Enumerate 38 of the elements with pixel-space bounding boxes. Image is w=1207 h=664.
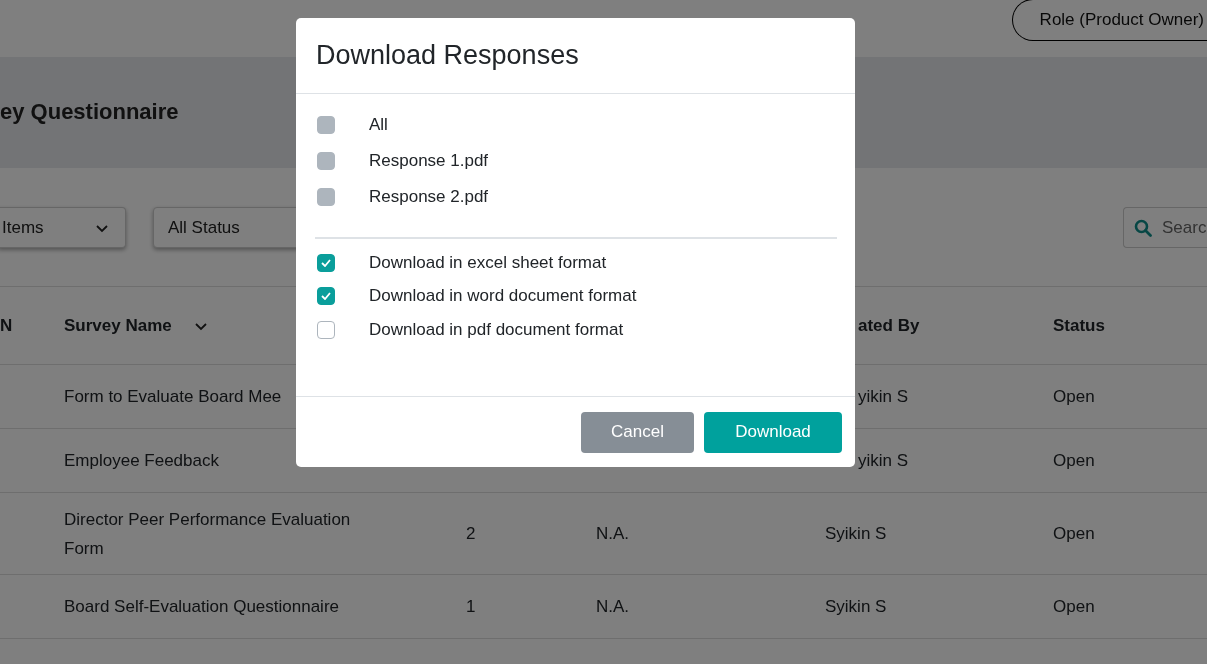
dialog-title: Download Responses xyxy=(316,40,579,71)
checkbox[interactable] xyxy=(317,320,335,339)
table-cell: Open xyxy=(1053,386,1095,407)
role-button[interactable]: Role (Product Owner) xyxy=(1011,0,1207,41)
column-header: ated By xyxy=(857,315,920,336)
checkbox-label: All xyxy=(369,115,388,135)
table-cell-text: Employee Feedback xyxy=(64,450,219,472)
checkbox-label: Response 2.pdf xyxy=(369,187,489,207)
table-cell: Open xyxy=(1053,596,1095,617)
column-header: N xyxy=(0,315,13,336)
table-cell: Syikin S xyxy=(825,596,887,617)
checkbox-label: Download in pdf document format xyxy=(369,319,624,340)
checkbox-label: Download in word document format xyxy=(369,286,637,307)
check-icon xyxy=(321,292,331,301)
table-cell-text: yikin S xyxy=(857,386,909,407)
table-cell-text: Director Peer Performance Evaluation Form xyxy=(64,508,352,560)
download-button[interactable]: Download xyxy=(704,411,842,453)
table-cell: 1 xyxy=(466,596,476,617)
table-cell-text: Form to Evaluate Board Mee xyxy=(64,386,282,408)
table-cell-text: yikin S xyxy=(857,450,909,471)
table-cell: Syikin S xyxy=(825,523,887,544)
checkbox-label: Download in excel sheet format xyxy=(369,252,607,273)
checkbox[interactable] xyxy=(317,253,335,272)
table-cell: N.A. xyxy=(596,523,630,544)
table-cell: N.A. xyxy=(596,596,630,617)
table-cell: Open xyxy=(1053,523,1095,544)
column-header: Status xyxy=(1053,315,1105,336)
table-cell-text: Board Self-Evaluation Questionnaire xyxy=(64,596,339,618)
checkbox[interactable] xyxy=(317,287,335,306)
check-icon xyxy=(321,258,331,267)
cancel-button[interactable]: Cancel xyxy=(581,411,694,453)
column-header: Survey Name xyxy=(64,315,172,337)
checkbox-label: Response 1.pdf xyxy=(369,151,489,171)
page-title: ey Questionnaire xyxy=(0,98,179,126)
search-field[interactable]: Searc xyxy=(1123,207,1207,248)
table-cell: 2 xyxy=(466,523,476,544)
items-dropdown[interactable]: Items xyxy=(0,207,126,248)
table-cell: Open xyxy=(1053,450,1095,471)
